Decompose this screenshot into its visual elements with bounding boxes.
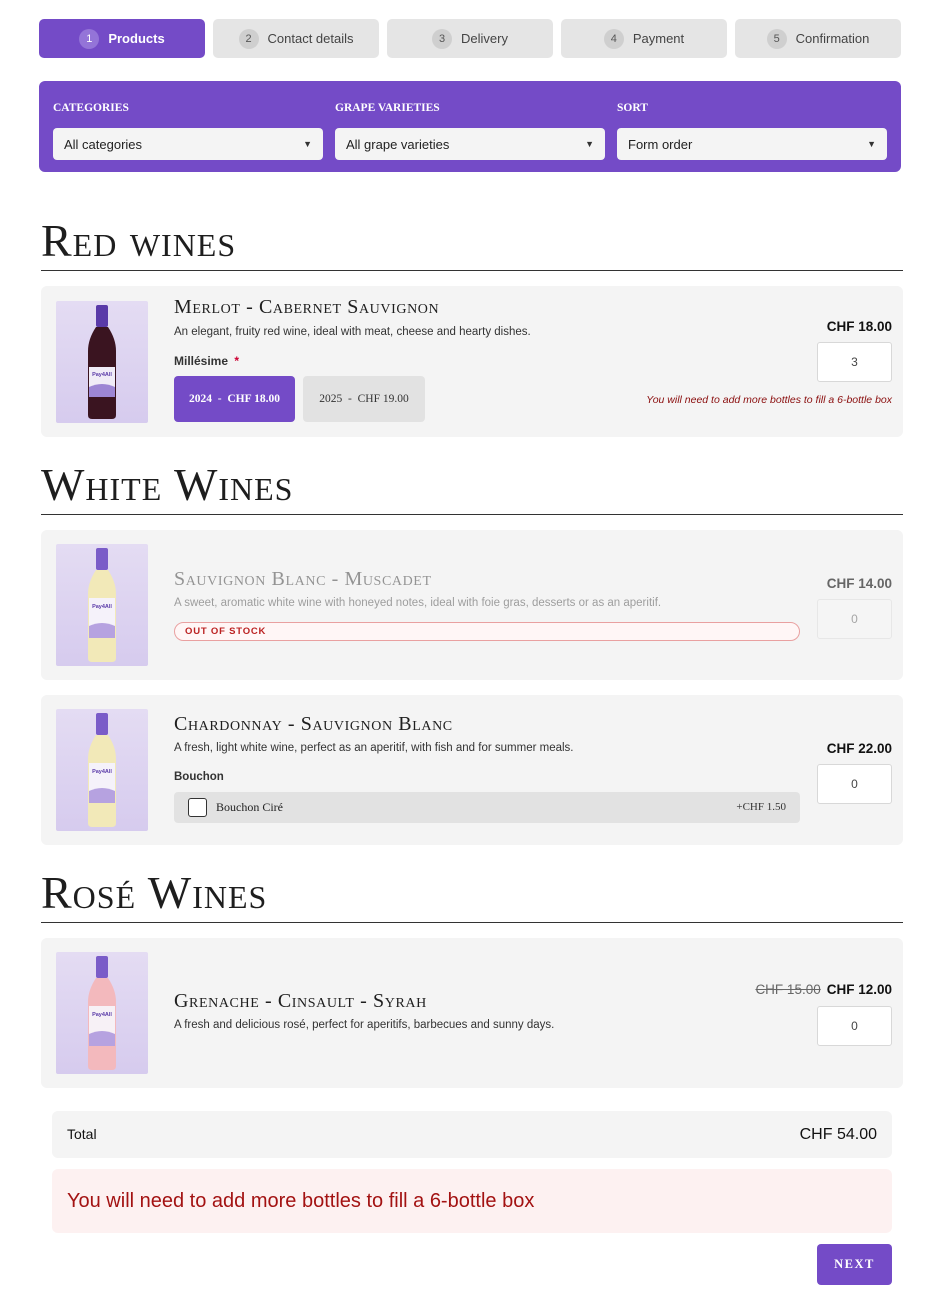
total-label: Total — [67, 1126, 97, 1142]
step-number: 4 — [603, 28, 624, 49]
out-of-stock-badge: OUT OF STOCK — [174, 622, 800, 641]
categories-value: All categories — [64, 136, 143, 152]
bottle-brand: Pay4All — [92, 372, 112, 378]
bottle-brand: Pay4All — [92, 1012, 112, 1018]
box-warning-alert: You will need to add more bottles to fil… — [52, 1169, 892, 1233]
product-name: Grenache - Cinsault - Syrah — [174, 990, 427, 1012]
bottle-brand: Pay4All — [92, 769, 112, 775]
cork-option-row[interactable]: Bouchon Ciré +CHF 1.50 — [174, 792, 800, 823]
bottle-image: Pay4All — [56, 301, 148, 423]
product-price: CHF 12.00 — [826, 982, 892, 997]
product-card-grenache: Pay4All Grenache - Cinsault - Syrah A fr… — [41, 938, 903, 1088]
sort-label: SORT — [617, 102, 648, 114]
required-mark: * — [234, 354, 240, 368]
product-price: CHF 18.00 — [826, 319, 892, 334]
section-divider — [41, 514, 903, 515]
step-label: Delivery — [461, 31, 508, 46]
product-card-merlot: Pay4All Merlot - Cabernet Sauvignon An e… — [41, 286, 903, 437]
caret-down-icon: ▼ — [867, 139, 876, 149]
step-number: 5 — [766, 28, 787, 49]
grape-varieties-select[interactable]: All grape varieties ▼ — [335, 128, 605, 160]
bottle-brand: Pay4All — [92, 604, 112, 610]
sort-select[interactable]: Form order ▼ — [617, 128, 887, 160]
product-name: Merlot - Cabernet Sauvignon — [174, 296, 440, 318]
section-divider — [41, 270, 903, 271]
bottle-image: Pay4All — [56, 709, 148, 831]
grape-varieties-label: GRAPE VARIETIES — [335, 102, 440, 114]
total-value: CHF 54.00 — [799, 1126, 877, 1143]
step-number: 2 — [238, 28, 259, 49]
step-number: 1 — [79, 28, 100, 49]
product-old-price: CHF 15.00 — [755, 982, 821, 997]
next-button[interactable]: NEXT — [817, 1244, 892, 1285]
section-divider — [41, 922, 903, 923]
product-card-chardonnay: Pay4All Chardonnay - Sauvignon Blanc A f… — [41, 695, 903, 845]
categories-label: CATEGORIES — [53, 102, 129, 114]
step-number: 3 — [432, 28, 453, 49]
caret-down-icon: ▼ — [303, 139, 312, 149]
option-label: Bouchon — [174, 771, 224, 783]
step-products[interactable]: 1 Products — [39, 19, 205, 58]
product-description: A fresh, light white wine, perfect as an… — [174, 742, 574, 754]
millesime-label: Millésime — [174, 354, 229, 368]
box-warning-text: You will need to add more bottles to fil… — [646, 394, 892, 406]
step-confirmation[interactable]: 5 Confirmation — [735, 19, 901, 58]
section-title-rose-wines: Rosé Wines — [41, 867, 268, 918]
quantity-input[interactable]: 3 — [817, 342, 892, 382]
quantity-input-disabled: 0 — [817, 599, 892, 639]
option-label: Millésime * — [174, 354, 239, 368]
cork-checkbox[interactable] — [188, 798, 207, 817]
step-label: Confirmation — [795, 31, 870, 46]
quantity-input[interactable]: 0 — [817, 1006, 892, 1046]
step-label: Products — [108, 31, 165, 46]
step-payment[interactable]: 4 Payment — [561, 19, 727, 58]
product-price: CHF 14.00 — [826, 576, 892, 591]
product-price-group: CHF 15.00 CHF 12.00 — [755, 982, 892, 997]
bottle-image: Pay4All — [56, 952, 148, 1074]
step-contact-details[interactable]: 2 Contact details — [213, 19, 379, 58]
cork-option-label: Bouchon Ciré — [216, 800, 283, 814]
section-title-white-wines: White Wines — [41, 459, 294, 510]
step-delivery[interactable]: 3 Delivery — [387, 19, 553, 58]
vintage-option-2025[interactable]: 2025 - CHF 19.00 — [303, 376, 425, 422]
product-price: CHF 22.00 — [826, 741, 892, 756]
caret-down-icon: ▼ — [585, 139, 594, 149]
cork-option-price: +CHF 1.50 — [736, 801, 786, 813]
product-description: An elegant, fruity red wine, ideal with … — [174, 326, 531, 338]
total-bar: Total CHF 54.00 — [52, 1111, 892, 1158]
quantity-input[interactable]: 0 — [817, 764, 892, 804]
product-description: A sweet, aromatic white wine with honeye… — [174, 597, 662, 609]
categories-select[interactable]: All categories ▼ — [53, 128, 323, 160]
vintage-option-2024[interactable]: 2024 - CHF 18.00 — [174, 376, 295, 422]
step-label: Contact details — [267, 31, 354, 46]
section-title-red-wines: Red wines — [41, 215, 237, 266]
product-description: A fresh and delicious rosé, perfect for … — [174, 1019, 555, 1031]
product-name: Sauvignon Blanc - Muscadet — [174, 568, 432, 590]
product-card-sauvignon-blanc: Pay4All Sauvignon Blanc - Muscadet A swe… — [41, 530, 903, 680]
sort-value: Form order — [628, 136, 693, 152]
step-label: Payment — [632, 31, 685, 46]
grape-varieties-value: All grape varieties — [346, 136, 450, 152]
bottle-image: Pay4All — [56, 544, 148, 666]
product-name: Chardonnay - Sauvignon Blanc — [174, 713, 453, 735]
filter-bar: CATEGORIES All categories ▼ GRAPE VARIET… — [39, 81, 901, 172]
